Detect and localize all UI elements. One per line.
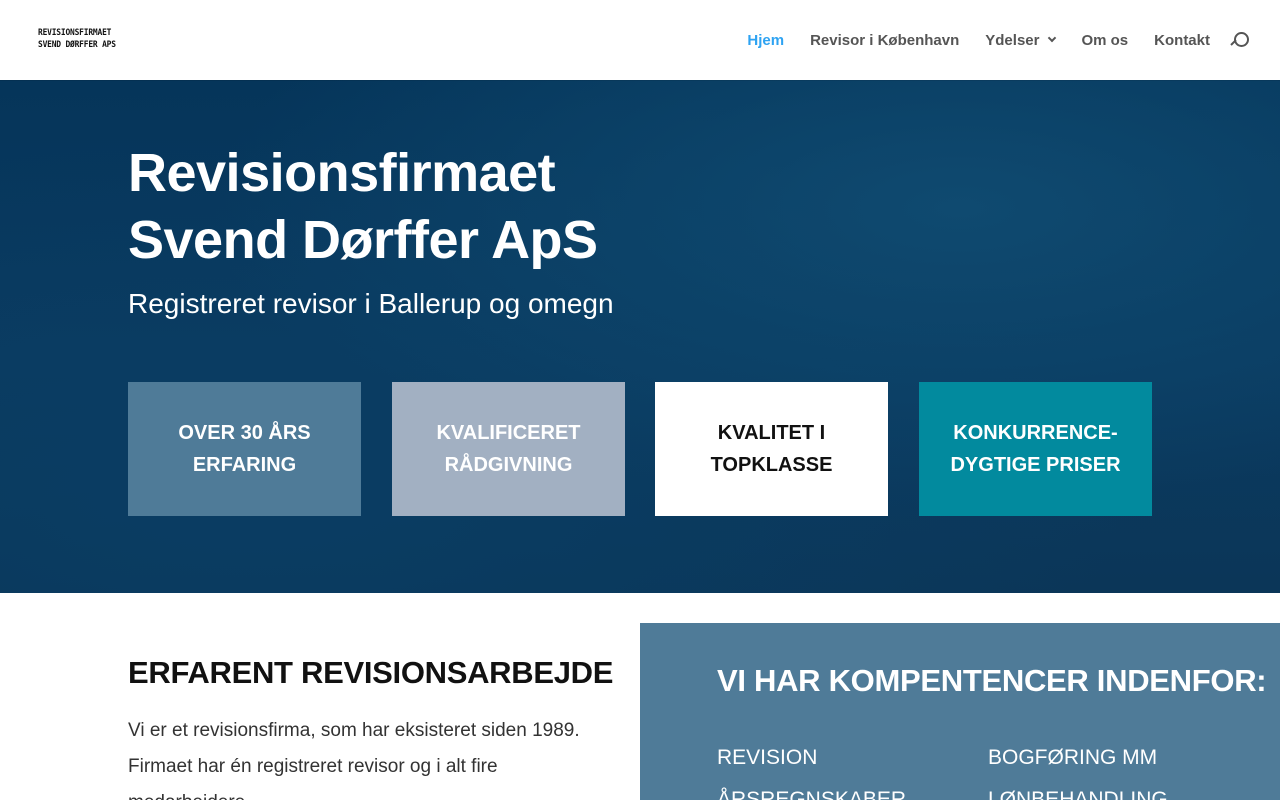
feature-line: DYGTIGE PRISER (950, 454, 1121, 476)
hero-title-line-2: Svend Dørffer ApS (128, 210, 598, 270)
feature-box-experience: OVER 30 ÅRS ERFARING (128, 382, 361, 516)
nav-item-ydelser[interactable]: Ydelser (985, 31, 1057, 49)
about-paragraph: Vi er et revisionsfirma, som har eksiste… (128, 720, 580, 800)
competency-item: BOGFØRING MM (988, 746, 1158, 769)
competencies-heading: VI HAR KOMPENTENCER INDENFOR: (717, 663, 1267, 698)
chevron-down-icon (1048, 33, 1057, 43)
feature-line: KONKURRENCE- (953, 422, 1118, 444)
hero-title-line-1: Revisionsfirmaet (128, 143, 556, 203)
nav-item-hjem[interactable]: Hjem (747, 32, 784, 49)
feature-box-advice: KVALIFICERET RÅDGIVNING (392, 382, 625, 516)
nav-item-om-os[interactable]: Om os (1081, 32, 1128, 49)
feature-line: KVALITET I (717, 422, 826, 444)
feature-box-quality: KVALITET I TOPKLASSE (655, 382, 888, 516)
search-icon[interactable] (1230, 32, 1249, 50)
competency-item: ÅRSREGNSKABER (717, 788, 907, 800)
about-heading: ERFARENT REVISIONSARBEJDE (128, 655, 614, 690)
feature-line: KVALIFICERET (436, 422, 581, 444)
feature-line: RÅDGIVNING (444, 454, 573, 476)
logo-line-1: REVISIONSFIRMAET (38, 28, 112, 38)
feature-line: TOPKLASSE (710, 454, 833, 476)
nav-item-ydelser-label: Ydelser (985, 31, 1040, 49)
feature-box-prices: KONKURRENCE- DYGTIGE PRISER (919, 382, 1152, 516)
logo-line-2: SVEND DØRFFER APS (38, 40, 116, 50)
feature-line: OVER 30 ÅRS (178, 422, 311, 444)
competency-item: LØNBEHANDLING (988, 788, 1168, 800)
site-header: REVISIONSFIRMAET SVEND DØRFFER APS Hjem … (0, 0, 1280, 80)
competencies-panel: VI HAR KOMPENTENCER INDENFOR: REVISION B… (640, 623, 1280, 800)
nav-item-kontakt[interactable]: Kontakt (1154, 32, 1210, 49)
nav-item-revisor-kobenhavn[interactable]: Revisor i København (810, 32, 959, 49)
competency-item: REVISION (717, 746, 818, 769)
main-nav: Hjem Revisor i København Ydelser Om os K… (721, 0, 1210, 80)
hero-subtitle: Registreret revisor i Ballerup og omegn (128, 288, 614, 319)
feature-line: ERFARING (192, 454, 297, 476)
hero-title: Revisionsfirmaet Svend Dørffer ApS (128, 140, 828, 274)
hero-section: Revisionsfirmaet Svend Dørffer ApS Regis… (0, 80, 1280, 593)
about-section: ERFARENT REVISIONSARBEJDE Vi er et revis… (128, 655, 614, 800)
site-logo[interactable]: REVISIONSFIRMAET SVEND DØRFFER APS (38, 27, 128, 53)
